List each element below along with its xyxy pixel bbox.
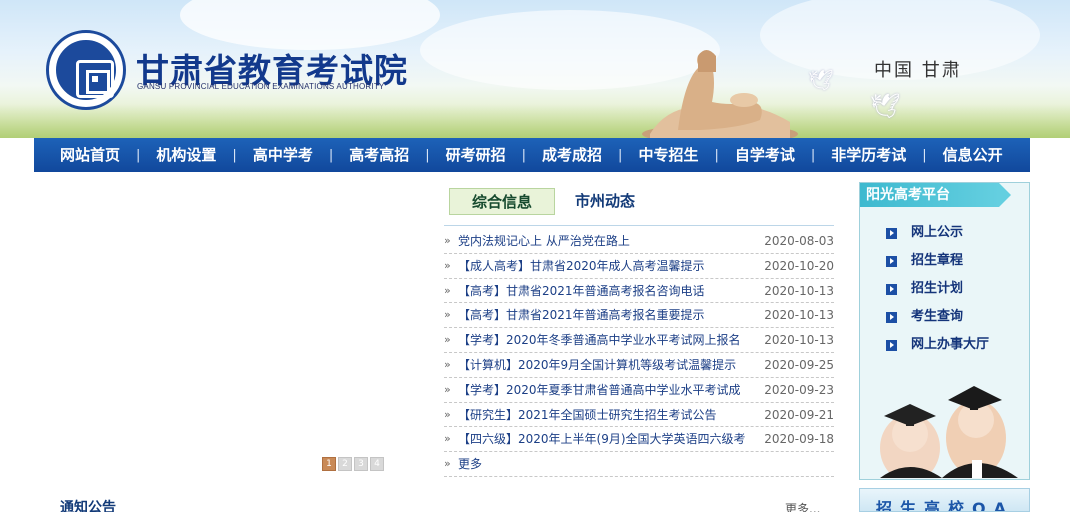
news-date: 2020-09-25 [764,357,834,372]
news-date: 2020-10-20 [764,258,834,273]
sidebar-list: 网上公示 招生章程 招生计划 考生查询 网上办事大厅 [886,219,989,359]
grass-decoration [0,104,1070,138]
news-more-label[interactable]: 更多 [458,452,758,476]
news-tabs: 综合信息 市州动态 [444,186,834,226]
sidebar-item-label: 招生计划 [911,281,964,296]
list-item[interactable]: » 【计算机】2020年9月全国计算机等级考试温馨提示 2020-09-25 [444,353,834,378]
news-date: 2020-09-21 [764,407,834,422]
carousel-dot[interactable]: 1 [322,457,336,471]
double-chevron-icon: » [444,258,451,272]
sidebar-item-label: 网上办事大厅 [911,337,990,352]
sidebar-item-admission-plan[interactable]: 招生计划 [886,275,989,303]
region-label: 中国 甘肃 [874,60,962,81]
news-title[interactable]: 【研究生】2021年全国硕士研究生招生考试公告 [458,403,758,427]
list-item[interactable]: » 【研究生】2021年全国硕士研究生招生考试公告 2020-09-21 [444,403,834,428]
play-square-icon [886,311,897,323]
nav-item-non-degree[interactable]: 非学历考试 [815,138,922,172]
double-chevron-icon: » [444,357,451,371]
carousel-dot[interactable]: 4 [370,457,384,471]
nav-item-home[interactable]: 网站首页 [44,138,136,172]
list-item[interactable]: » 【成人高考】甘肃省2020年成人高考温馨提示 2020-10-20 [444,254,834,279]
nav-item-vocational[interactable]: 中专招生 [622,138,714,172]
sidebar-item-online-notice[interactable]: 网上公示 [886,219,989,247]
news-title[interactable]: 【四六级】2020年上半年(9月)全国大学英语四六级考 [458,427,758,451]
news-title[interactable]: 【高考】甘肃省2021年普通高考报名咨询电话 [458,279,758,303]
cloud-decoration [180,0,440,50]
double-chevron-icon: » [444,382,451,396]
nav-item-high-school-exam[interactable]: 高中学考 [237,138,329,172]
list-item[interactable]: » 【四六级】2020年上半年(9月)全国大学英语四六级考 2020-09-18 [444,427,834,453]
carousel-dots: 1 2 3 4 [322,457,384,471]
double-chevron-icon: » [444,407,451,421]
nav-item-adult-exam[interactable]: 成考成招 [526,138,618,172]
sidebar-item-student-query[interactable]: 考生查询 [886,303,989,331]
news-title[interactable]: 党内法规记心上 从严治党在路上 [458,229,758,253]
site-subtitle: GANSU PROVINCIAL EDUCATION EXAMINATIONS … [137,82,385,91]
news-title[interactable]: 【学考】2020年冬季普通高中学业水平考试网上报名 [458,328,758,352]
carousel-dot[interactable]: 3 [354,457,368,471]
news-title[interactable]: 【计算机】2020年9月全国计算机等级考试温馨提示 [458,353,758,377]
news-date: 2020-10-13 [764,333,834,348]
double-chevron-icon: » [444,457,451,471]
news-date: 2020-10-13 [764,308,834,323]
sidebar-item-online-hall[interactable]: 网上办事大厅 [886,331,989,359]
main-nav: 网站首页 | 机构设置 | 高中学考 | 高考高招 | 研考研招 | 成考成招 … [34,138,1030,172]
nav-item-graduate-exam[interactable]: 研考研招 [430,138,522,172]
news-date: 2020-09-18 [764,432,834,447]
dove-icon: 🕊 [808,68,834,92]
list-item[interactable]: » 【高考】甘肃省2021年普通高考报名重要提示 2020-10-13 [444,303,834,329]
nav-item-self-study[interactable]: 自学考试 [719,138,811,172]
dove-icon: 🕊 [870,92,901,120]
play-square-icon [886,255,897,267]
news-title[interactable]: 【成人高考】甘肃省2020年成人高考温馨提示 [458,254,758,278]
play-square-icon [886,339,897,351]
double-chevron-icon: » [444,308,451,322]
image-carousel[interactable] [34,180,414,478]
news-more-link[interactable]: » 更多 [444,452,834,477]
news-title[interactable]: 【学考】2020年夏季甘肃省普通高中学业水平考试成 [458,378,758,402]
double-chevron-icon: » [444,283,451,297]
graduates-illustration [870,376,1028,478]
tab-general-info[interactable]: 综合信息 [449,188,555,215]
sidebar-item-label: 考生查询 [911,309,964,324]
list-item[interactable]: » 党内法规记心上 从严治党在路上 2020-08-03 [444,229,834,254]
nav-item-gaokao[interactable]: 高考高招 [333,138,425,172]
nav-item-disclosure[interactable]: 信息公开 [927,138,1019,172]
list-item[interactable]: » 【学考】2020年夏季甘肃省普通高中学业水平考试成 2020-09-23 [444,378,834,403]
double-chevron-icon: » [444,333,451,347]
emblem-icon[interactable] [46,30,126,110]
statue-illustration [642,50,798,138]
list-item[interactable]: » 【高考】甘肃省2021年普通高考报名咨询电话 2020-10-13 [444,279,834,304]
qa-banner-label: 招生高校QA [876,499,1014,512]
tab-city-news[interactable]: 市州动态 [575,188,635,215]
notice-section-title: 通知公告 [60,500,116,512]
play-square-icon [886,283,897,295]
carousel-dot[interactable]: 2 [338,457,352,471]
sidebar-title: 阳光高考平台 [860,183,1011,207]
news-date: 2020-08-03 [764,234,834,248]
site-header: 甘肃省教育考试院 GANSU PROVINCIAL EDUCATION EXAM… [0,0,1070,138]
nav-item-organization[interactable]: 机构设置 [140,138,232,172]
news-date: 2020-10-13 [764,283,834,298]
double-chevron-icon: » [444,234,451,247]
news-title[interactable]: 【高考】甘肃省2021年普通高考报名重要提示 [458,303,758,327]
news-list: » 党内法规记心上 从严治党在路上 2020-08-03 » 【成人高考】甘肃省… [444,229,834,477]
list-item[interactable]: » 【学考】2020年冬季普通高中学业水平考试网上报名 2020-10-13 [444,328,834,353]
news-date: 2020-09-23 [764,382,834,397]
sidebar-item-label: 网上公示 [911,225,964,240]
play-square-icon [886,227,897,239]
sidebar-item-label: 招生章程 [911,253,964,268]
sidebar-item-admission-rules[interactable]: 招生章程 [886,247,989,275]
notice-more-link[interactable]: 更多... [785,500,820,512]
qa-banner[interactable]: 招生高校QA [859,488,1030,512]
double-chevron-icon: » [444,432,451,446]
